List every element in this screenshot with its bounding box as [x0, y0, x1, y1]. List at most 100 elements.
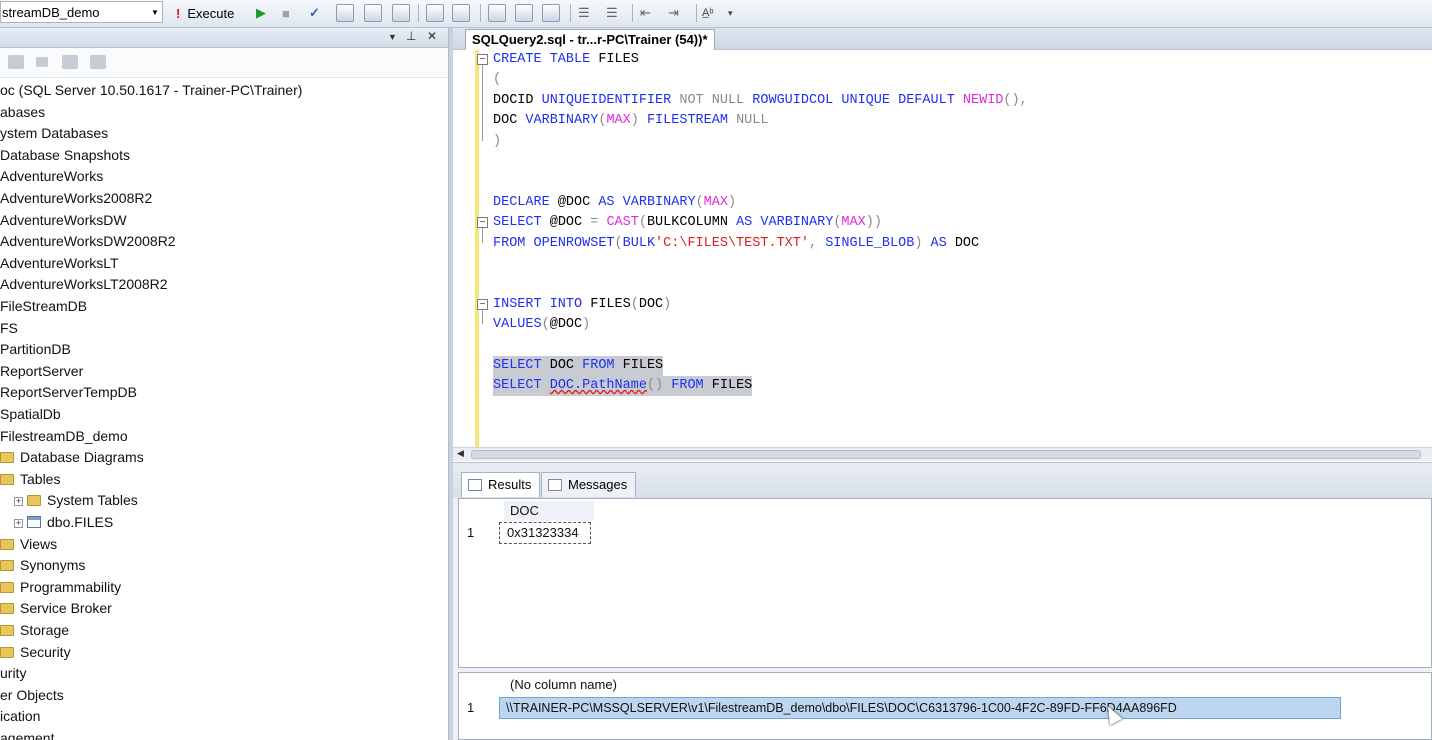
- results-to-grid-icon[interactable]: [452, 4, 470, 22]
- collapse-icon[interactable]: −: [477, 217, 488, 229]
- tab-messages[interactable]: Messages: [541, 472, 637, 497]
- column-header-doc[interactable]: DOC: [504, 501, 594, 521]
- result-cell-pathname[interactable]: \\TRAINER-PC\MSSQLSERVER\v1\FilestreamDB…: [499, 697, 1341, 719]
- tree-node[interactable]: Database Snapshots: [0, 145, 130, 166]
- include-plan-icon[interactable]: [488, 4, 506, 22]
- tree-node[interactable]: Views: [0, 534, 57, 555]
- code-line: SELECT DOC FROM FILES: [493, 356, 664, 376]
- tree-node[interactable]: + System Tables: [14, 490, 138, 511]
- tree-node[interactable]: AdventureWorksLT2008R2: [0, 274, 168, 295]
- tree-node[interactable]: + dbo.FILES: [14, 512, 113, 533]
- tree-node[interactable]: SpatialDb: [0, 404, 61, 425]
- tree-node[interactable]: Security: [0, 642, 71, 663]
- tree-node[interactable]: Synonyms: [0, 555, 85, 576]
- code-token: FILES: [711, 378, 753, 394]
- tab-results-label: Results: [488, 477, 532, 492]
- chevron-down-icon[interactable]: ▼: [148, 8, 162, 17]
- filter-icon[interactable]: [62, 55, 78, 69]
- display-plan-icon[interactable]: [336, 4, 354, 22]
- connect-icon[interactable]: [8, 55, 24, 69]
- specify-values-icon[interactable]: A̲ᵇ: [702, 3, 714, 23]
- tab-results[interactable]: Results: [461, 472, 541, 497]
- result-cell-doc[interactable]: 0x31323334: [499, 522, 591, 544]
- increase-indent-icon[interactable]: ⇥: [668, 3, 679, 23]
- tree-node[interactable]: Database Diagrams: [0, 447, 144, 468]
- tree-node-label: Synonyms: [20, 557, 86, 574]
- results-grid-2[interactable]: (No column name) 1 \\TRAINER-PC\MSSQLSER…: [458, 672, 1432, 740]
- tree-node[interactable]: FileStreamDB: [0, 296, 87, 317]
- code-token: SELECT: [493, 358, 550, 373]
- tree-node[interactable]: Programmability: [0, 577, 121, 598]
- code-token: SELECT: [493, 215, 550, 231]
- tree-node[interactable]: AdventureWorksDW: [0, 210, 127, 231]
- tree-node[interactable]: oc (SQL Server 10.50.1617 - Trainer-PC\T…: [0, 80, 302, 101]
- stop-icon[interactable]: ■: [282, 3, 290, 23]
- results-to-text-icon[interactable]: [426, 4, 444, 22]
- tree-node[interactable]: ReportServerTempDB: [0, 382, 137, 403]
- tree-node[interactable]: Tables: [0, 469, 60, 490]
- save-icon[interactable]: [392, 4, 410, 22]
- toolbar-overflow-icon[interactable]: ▾: [728, 3, 733, 23]
- tree-node[interactable]: AdventureWorksDW2008R2: [0, 231, 176, 252]
- disconnect-icon[interactable]: [36, 57, 48, 67]
- code-token: AS: [930, 235, 955, 251]
- debug-play-icon[interactable]: ▶: [256, 3, 266, 23]
- grid-icon: [468, 479, 482, 491]
- tree-node[interactable]: AdventureWorksLT: [0, 253, 119, 274]
- tree-node[interactable]: AdventureWorks2008R2: [0, 188, 152, 209]
- tree-node[interactable]: agement: [0, 728, 54, 740]
- row-number[interactable]: 1: [467, 697, 474, 719]
- collapse-icon[interactable]: −: [477, 54, 488, 65]
- code-token: ): [914, 235, 931, 251]
- tree-node[interactable]: PartitionDB: [0, 339, 71, 360]
- code-token: ROWGUIDCOL UNIQUE DEFAULT: [752, 92, 963, 108]
- results-grid-1[interactable]: DOC 1 0x31323334: [458, 498, 1432, 668]
- code-token: DOCID: [493, 92, 542, 108]
- code-token: FROM: [582, 358, 623, 373]
- scroll-left-icon[interactable]: ◀: [457, 448, 464, 459]
- execute-button[interactable]: ! Execute: [176, 3, 234, 23]
- tree-node[interactable]: abases: [0, 102, 45, 123]
- editor-horizontal-scrollbar[interactable]: ◀: [453, 447, 1432, 461]
- row-number[interactable]: 1: [467, 522, 474, 544]
- tree-node[interactable]: FS: [0, 318, 18, 339]
- expand-icon[interactable]: +: [14, 519, 23, 528]
- code-token: VALUES: [493, 317, 542, 333]
- decrease-indent-icon[interactable]: ⇤: [640, 3, 651, 23]
- code-token: FILES: [598, 52, 639, 67]
- code-token: CAST: [606, 215, 639, 231]
- query-editor[interactable]: CREATE TABLE FILES(DOCID UNIQUEIDENTIFIE…: [453, 50, 1432, 447]
- tab-sqlquery2[interactable]: SQLQuery2.sql - tr...r-PC\Trainer (54))*: [465, 29, 715, 50]
- pin-icon[interactable]: ⊥: [406, 29, 416, 43]
- parse-check-icon[interactable]: ✓: [309, 3, 320, 23]
- tree-node[interactable]: FilestreamDB_demo: [0, 426, 128, 447]
- tree-node[interactable]: Storage: [0, 620, 69, 641]
- results-file-icon[interactable]: [542, 4, 560, 22]
- dropdown-icon[interactable]: ▼: [388, 32, 397, 42]
- database-select[interactable]: streamDB_demo ▼: [0, 1, 163, 23]
- tree-node[interactable]: AdventureWorks: [0, 166, 103, 187]
- tree-node[interactable]: ystem Databases: [0, 123, 108, 144]
- tree-node[interactable]: er Objects: [0, 685, 64, 706]
- code-token: (): [646, 378, 672, 394]
- close-icon[interactable]: ✕: [427, 29, 437, 43]
- collapse-icon[interactable]: −: [477, 298, 488, 310]
- tree-node[interactable]: urity: [0, 663, 26, 684]
- refresh-icon[interactable]: [90, 55, 106, 69]
- comment-icon[interactable]: ☰: [578, 3, 590, 23]
- tree-node[interactable]: ication: [0, 706, 40, 727]
- tree-node-label: Database Diagrams: [20, 449, 144, 466]
- code-token: FILESTREAM: [646, 113, 737, 129]
- expand-icon[interactable]: +: [14, 497, 23, 507]
- scrollbar-thumb[interactable]: [471, 450, 1421, 459]
- query-designer-icon[interactable]: [364, 4, 382, 22]
- code-line: FROM OPENROWSET(BULK'C:\FILES\TEST.TXT',…: [493, 234, 979, 254]
- tree-node[interactable]: Service Broker: [0, 598, 112, 619]
- column-header-no-column-name[interactable]: (No column name): [504, 675, 1344, 695]
- tree-node[interactable]: ReportServer: [0, 361, 83, 382]
- code-token: NULL: [736, 113, 769, 129]
- code-line: SELECT DOC.PathName() FROM FILES: [493, 376, 753, 397]
- client-statistics-icon[interactable]: [515, 4, 533, 22]
- uncomment-icon[interactable]: ☰: [606, 3, 618, 23]
